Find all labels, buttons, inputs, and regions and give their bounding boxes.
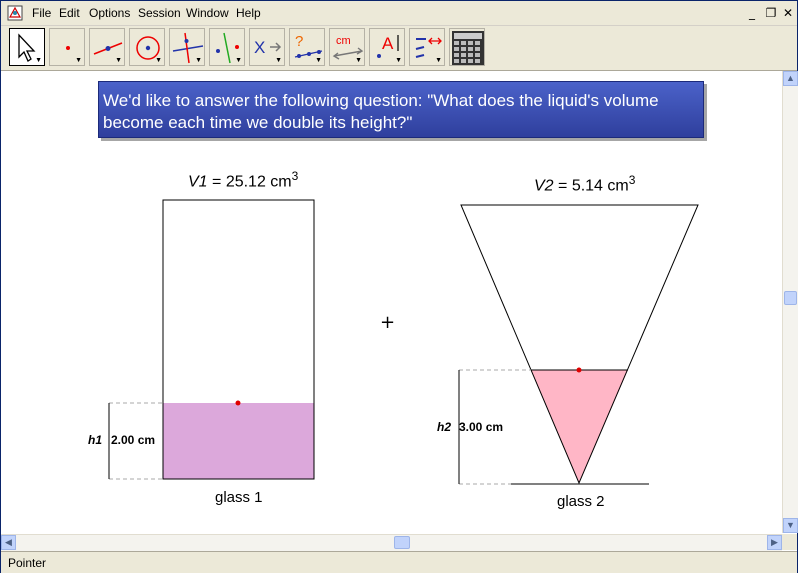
vertical-scrollbar[interactable]: ▲ ▼ (782, 71, 798, 533)
scroll-left-button[interactable]: ◀ (1, 535, 16, 550)
chevron-left-icon: ◀ (5, 537, 12, 547)
scroll-up-button[interactable]: ▲ (783, 71, 798, 86)
scrollbar-corner (782, 534, 797, 550)
glass2-height-value: 3.00 cm (459, 420, 504, 434)
status-text: Pointer (8, 556, 47, 570)
crosshair-cursor: + (380, 312, 396, 333)
chevron-up-icon: ▲ (786, 73, 795, 83)
close-button[interactable]: ✕ (781, 6, 795, 20)
glass1-height-value: 2.00 cm (111, 433, 156, 447)
chevron-right-icon: ▶ (771, 537, 778, 547)
glass2-caption: glass 2 (557, 493, 605, 510)
status-bar: Pointer (1, 551, 797, 573)
glass2-height-var: h2 (437, 420, 452, 434)
geometry-figure (108, 199, 699, 485)
glass2-volume-label: V2 = 5.14 cm3 (534, 173, 636, 195)
scroll-right-button[interactable]: ▶ (767, 535, 782, 550)
vertical-scroll-thumb[interactable] (784, 291, 797, 305)
glass2-liquid (531, 370, 628, 483)
app-window: File Edit Options Session Window Help _ … (0, 0, 798, 573)
glass1-caption: glass 1 (215, 489, 263, 506)
glass1-height-handle[interactable] (235, 400, 241, 406)
scroll-down-button[interactable]: ▼ (783, 518, 798, 533)
glass1-liquid (163, 403, 314, 479)
glass2-height-handle[interactable] (576, 367, 582, 373)
glass1-height-var: h1 (88, 433, 103, 447)
glass1-volume-label: V1 = 25.12 cm3 (188, 169, 299, 191)
horizontal-scrollbar[interactable]: ◀ ▶ (1, 534, 782, 551)
chevron-down-icon: ▼ (786, 520, 795, 530)
horizontal-scroll-thumb[interactable] (394, 536, 410, 549)
